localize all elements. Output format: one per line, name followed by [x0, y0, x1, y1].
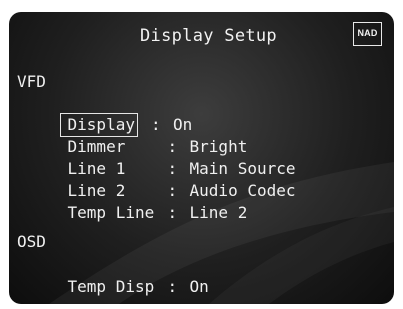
menu-item-temp-line[interactable]: Temp Line: Line 2	[22, 180, 248, 222]
osd-screen: Display Setup NAD VFD Display: On Dimmer:…	[9, 12, 394, 304]
menu-item-value: Line 2	[189, 203, 248, 222]
menu-item-temp-disp[interactable]: Temp Disp: On	[22, 254, 209, 296]
vfd-section-heading: VFD	[17, 72, 46, 91]
menu-item-dimmer[interactable]: Dimmer: Bright	[22, 114, 248, 156]
menu-item-label: Temp Line	[67, 203, 155, 222]
menu-item-separator: :	[167, 203, 178, 222]
page-title: Display Setup	[140, 26, 277, 46]
nad-logo: NAD	[353, 22, 382, 46]
menu-item-display[interactable]: Display: On	[22, 92, 192, 137]
menu-item-separator: :	[167, 277, 178, 296]
menu-item-line-1[interactable]: Line 1: Main Source	[22, 136, 296, 178]
menu-item-label: Temp Disp	[67, 277, 155, 296]
menu-item-value: On	[189, 277, 209, 296]
menu-item-line-2[interactable]: Line 2: Audio Codec	[22, 158, 296, 200]
osd-section-heading: OSD	[17, 232, 46, 251]
